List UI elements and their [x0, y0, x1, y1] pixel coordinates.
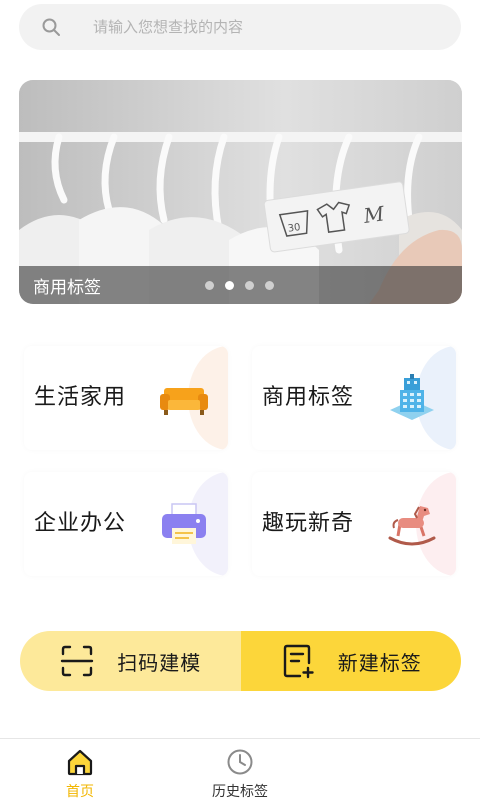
size-tag-text: M — [361, 201, 386, 228]
category-label: 生活家用 — [34, 385, 127, 410]
banner-caption: 商用标签 — [33, 277, 101, 298]
category-label: 企业办公 — [34, 511, 127, 536]
new-label-button[interactable]: 新建标签 — [240, 631, 461, 691]
scan-icon — [61, 645, 94, 677]
banner-carousel[interactable]: 30 M 商用标签 — [19, 80, 462, 304]
new-document-icon — [283, 644, 314, 679]
scan-model-label: 扫码建模 — [117, 650, 202, 675]
search-bar[interactable] — [19, 4, 461, 50]
tab-home-label: 首页 — [66, 784, 94, 800]
new-label-text: 新建标签 — [337, 650, 422, 675]
carousel-dot[interactable] — [265, 281, 274, 290]
tab-home[interactable]: 首页 — [35, 747, 125, 800]
building-icon — [390, 374, 434, 420]
search-icon — [42, 18, 60, 36]
carousel-dot-active[interactable] — [225, 281, 234, 290]
category-card-fun[interactable]: 趣玩新奇 — [252, 472, 456, 576]
category-card-home[interactable]: 生活家用 — [24, 346, 228, 450]
home-icon — [67, 749, 93, 776]
rocking-horse-icon — [388, 506, 436, 546]
carousel-dot[interactable] — [205, 281, 214, 290]
category-card-office[interactable]: 企业办公 — [24, 472, 228, 576]
carousel-dot[interactable] — [245, 281, 254, 290]
clock-icon — [227, 749, 253, 775]
category-label: 趣玩新奇 — [262, 511, 355, 536]
sofa-icon — [160, 388, 208, 415]
category-label: 商用标签 — [262, 385, 355, 410]
action-bar: 扫码建模 新建标签 — [20, 631, 461, 691]
printer-icon — [162, 503, 206, 544]
search-input[interactable] — [93, 18, 413, 36]
category-card-commercial[interactable]: 商用标签 — [252, 346, 456, 450]
bottom-tab-bar: 首页 历史标签 — [0, 738, 480, 800]
tab-history[interactable]: 历史标签 — [195, 747, 285, 800]
scan-model-button[interactable]: 扫码建模 — [20, 631, 241, 691]
wash-temp-text: 30 — [287, 222, 301, 235]
carousel-indicator — [205, 281, 274, 290]
tab-history-label: 历史标签 — [212, 784, 268, 800]
